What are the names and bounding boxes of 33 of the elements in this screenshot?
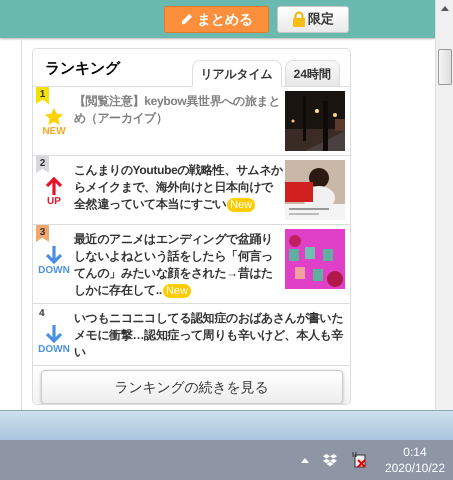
rank-number: 4: [39, 307, 45, 321]
article-title[interactable]: 【閲覧注意】keybow異世界への旅まとめ（アーカイブ）: [74, 91, 283, 151]
article-title[interactable]: いつもニコニコしてる認知症のおばあさんが書いたメモに衝撃…認知症って周りも辛いけど、本人も辛い: [74, 308, 345, 361]
tab[interactable]: 24時間: [284, 60, 340, 87]
arrow-up-icon: [45, 176, 63, 196]
arrow-down-icon: [45, 324, 63, 344]
clock-time: 0:14: [403, 444, 427, 460]
show-hidden-icons-icon[interactable]: [300, 458, 309, 462]
clock-date: 2020/10/22: [384, 460, 445, 476]
trend-label: NEW: [42, 126, 66, 138]
pencil-icon: [180, 12, 193, 26]
article-title[interactable]: こんまりのYoutubeの戦略性、サムネからメイクまで、海外向けと日本向けで全然違っていて本当にすごい New: [74, 160, 283, 220]
new-badge: New: [227, 198, 256, 212]
trend-label: UP: [47, 196, 61, 208]
scroll-up-icon[interactable]: [440, 6, 448, 11]
more-ranking-button[interactable]: ランキングの続きを見る: [40, 370, 342, 404]
article-title[interactable]: 最近のアニメはエンディングで盆踊りしないよねという話をしたら「何言ってんの」みたいな顔をされた→昔はたしかに存在して.. New: [74, 229, 283, 299]
star-icon: [44, 107, 64, 126]
lock-icon: [292, 11, 306, 27]
panel-title: ランキング: [45, 59, 122, 79]
rank-badge: 3: [36, 225, 49, 242]
trend-label: DOWN: [38, 265, 70, 277]
trend-label: DOWN: [38, 344, 70, 356]
arrow-down-icon: [45, 245, 63, 265]
scroll-thumb[interactable]: [438, 49, 452, 85]
rank-badge: 1: [36, 87, 49, 104]
rank-badge: 2: [36, 156, 49, 173]
network-disconnected-icon[interactable]: [350, 452, 367, 468]
limited-button[interactable]: 限定: [277, 6, 349, 32]
scrollbar[interactable]: [435, 0, 453, 410]
dropbox-icon[interactable]: [322, 454, 337, 466]
tab[interactable]: リアルタイム: [192, 60, 282, 87]
new-badge: New: [162, 284, 191, 298]
